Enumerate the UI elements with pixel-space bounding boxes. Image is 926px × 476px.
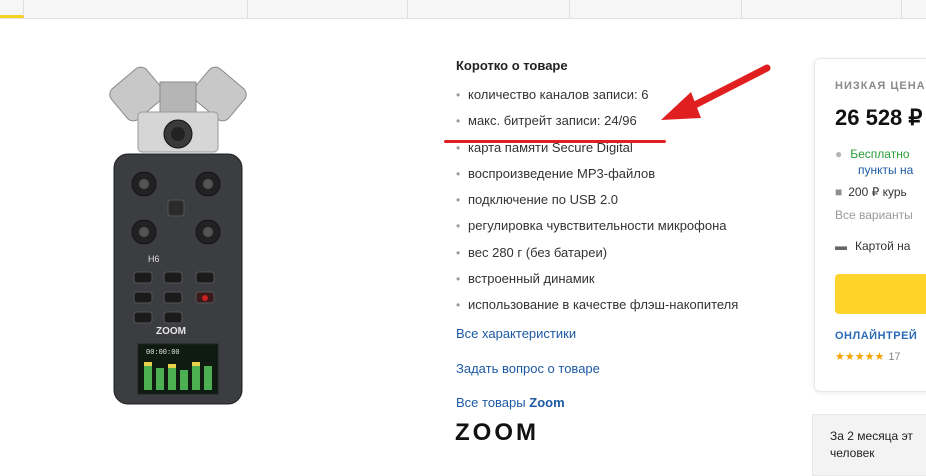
brand-logo[interactable]: ZOOM: [455, 419, 589, 449]
note-line-1: За 2 месяца эт: [830, 429, 913, 443]
card-icon: ▬: [835, 239, 847, 253]
spec-item: • встроенный динамик: [456, 266, 796, 292]
bullet-icon: •: [456, 272, 461, 287]
spec-text: встроенный динамик: [468, 271, 595, 287]
device-brand-label: ZOOM: [156, 326, 186, 337]
truck-icon: ■: [835, 185, 843, 199]
rating-count: 17: [888, 351, 901, 363]
bullet-icon: •: [456, 166, 461, 181]
all-goods-brand: Zoom: [529, 395, 565, 410]
spec-text: макс. битрейт записи: 24/96: [468, 113, 637, 129]
shop-rating[interactable]: ★★★★★ 17: [835, 350, 901, 363]
bullet-icon: •: [456, 140, 461, 155]
spec-item: • воспроизведение MP3-файлов: [456, 161, 796, 187]
bullet-icon: •: [456, 193, 461, 208]
spec-text: подключение по USB 2.0: [468, 192, 619, 208]
low-price-label: НИЗКАЯ ЦЕНА: [835, 80, 926, 92]
spec-item: • подключение по USB 2.0: [456, 187, 796, 213]
spec-item: • использование в качестве флэш-накопител…: [456, 292, 796, 318]
tab-6[interactable]: [742, 0, 902, 18]
tab-3[interactable]: [248, 0, 408, 18]
recorder-illustration: H6 ZOOM 00:00:00: [109, 66, 247, 405]
spec-item: • вес 280 г (без батареи): [456, 240, 796, 266]
tab-5[interactable]: [570, 0, 742, 18]
spec-text: количество каналов записи: 6: [468, 87, 649, 102]
pickup-points-link[interactable]: пункты на: [858, 163, 913, 177]
microphone-capsules: [109, 66, 247, 153]
stats-note: За 2 месяца эт человек: [830, 428, 913, 462]
payment-text: Картой на: [855, 239, 911, 253]
all-brand-goods-link[interactable]: Все товары Zoom: [456, 395, 565, 410]
tab-2[interactable]: [24, 0, 248, 18]
tab-1[interactable]: [0, 0, 24, 18]
delivery-free: ● Бесплатно: [835, 147, 910, 161]
delivery-variants-link[interactable]: Все варианты: [835, 208, 913, 222]
device-model-label: H6: [148, 254, 160, 264]
spec-text: использование в качестве флэш-накопителя: [468, 297, 739, 313]
tab-4[interactable]: [408, 0, 570, 18]
device-screen-time: 00:00:00: [146, 349, 180, 357]
payment-method: ▬ Картой на: [835, 239, 910, 253]
top-tab-strip: [0, 0, 926, 19]
buy-button[interactable]: [835, 274, 926, 314]
brand-logo-text: ZOOM: [455, 420, 539, 444]
annotation-underline: [444, 140, 666, 143]
ask-question-link[interactable]: Задать вопрос о товаре: [456, 361, 600, 376]
delivery-courier: ■ 200 ₽ курь: [835, 185, 907, 199]
pin-icon: ●: [835, 147, 843, 161]
spec-text: регулировка чувствительности микрофона: [468, 218, 727, 234]
zoom-logo-icon: ZOOM: [455, 419, 539, 446]
bullet-icon: •: [456, 219, 461, 234]
spec-item: • регулировка чувствительности микрофона: [456, 213, 796, 239]
spec-item: • карта памяти Secure Digital: [456, 135, 796, 161]
spec-text: вес 280 г (без батареи): [468, 244, 608, 260]
delivery-free-text: Бесплатно: [850, 147, 910, 161]
rating-stars: ★★★★★: [835, 351, 885, 363]
all-goods-prefix: Все товары: [456, 395, 526, 410]
bullet-icon: •: [456, 114, 461, 129]
delivery-courier-text: 200 ₽ курь: [848, 185, 907, 199]
offer-price: 26 528 ₽: [835, 105, 923, 130]
annotation-arrow-icon: [661, 64, 771, 120]
product-image[interactable]: H6 ZOOM 00:00:00: [108, 62, 248, 407]
bullet-icon: •: [456, 245, 461, 260]
bullet-icon: •: [456, 88, 461, 102]
shop-name-link[interactable]: ОНЛАЙНТРЕЙ: [835, 330, 917, 342]
spec-text: воспроизведение MP3-файлов: [468, 165, 656, 181]
note-line-2: человек: [830, 446, 875, 460]
bullet-icon: •: [456, 298, 461, 313]
all-specs-link[interactable]: Все характеристики: [456, 326, 576, 341]
